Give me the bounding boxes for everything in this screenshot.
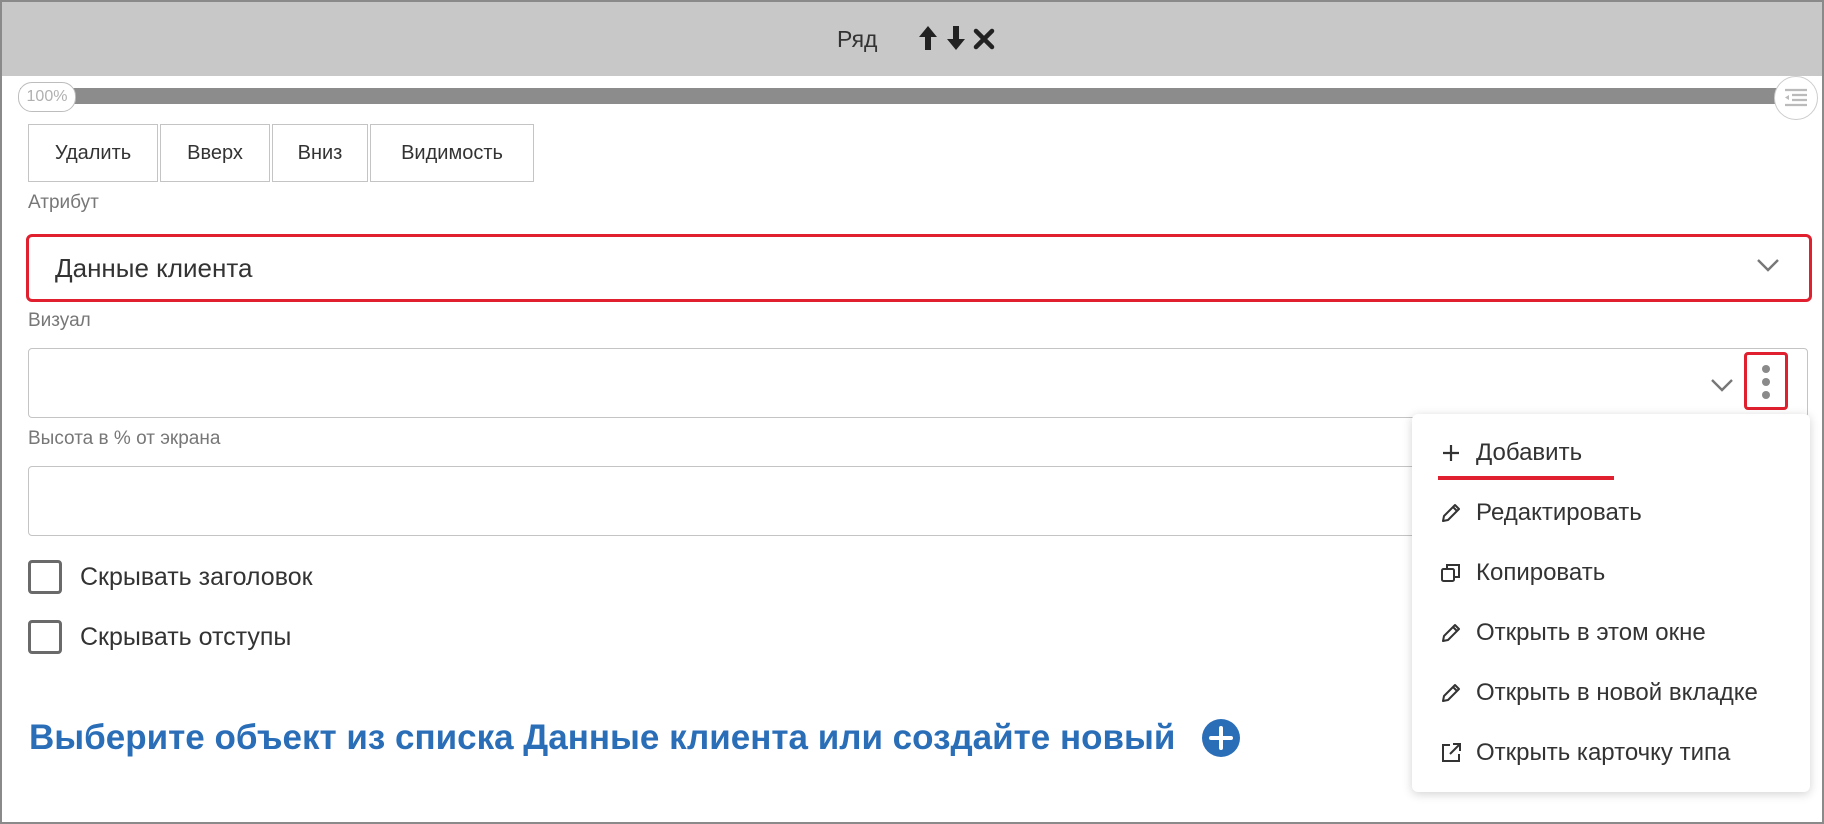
pencil-icon (1442, 504, 1460, 522)
attribute-label: Атрибут (28, 192, 99, 213)
hide-title-label: Скрывать заголовок (80, 562, 313, 591)
menu-item-label: Открыть в новой вкладке (1476, 679, 1758, 706)
panel-frame: Ряд 100% Удалить Вверх Вниз Видимость Ат… (0, 0, 1824, 824)
arrow-up-icon[interactable] (915, 22, 941, 54)
menu-item-add[interactable]: Добавить (1412, 424, 1810, 480)
copy-icon (1441, 564, 1460, 582)
arrow-down-icon[interactable] (943, 22, 969, 54)
hide-padding-checkbox-row[interactable]: Скрывать отступы (28, 620, 291, 654)
progress-bar (20, 88, 1806, 104)
visibility-button[interactable]: Видимость (370, 124, 534, 182)
menu-item-label: Открыть в этом окне (1476, 619, 1706, 646)
add-circle-icon[interactable] (1201, 718, 1241, 758)
header-title: Ряд (837, 26, 878, 52)
header-actions (915, 22, 997, 54)
menu-item-edit[interactable]: Редактировать (1412, 484, 1810, 540)
more-options-button[interactable] (1744, 352, 1788, 410)
move-up-button[interactable]: Вверх (160, 124, 270, 182)
hide-padding-label: Скрывать отступы (80, 622, 292, 651)
pencil-icon (1442, 624, 1460, 642)
external-link-icon (1442, 743, 1461, 762)
menu-item-label: Добавить (1476, 439, 1583, 466)
attribute-select[interactable]: Данные клиента (26, 234, 1812, 302)
empty-state-prompt: Выберите объект из списка Данные клиента… (29, 718, 1241, 758)
move-down-button[interactable]: Вниз (272, 124, 368, 182)
context-menu: Добавить Редактировать Копировать Открыт… (1412, 414, 1810, 792)
pencil-icon (1442, 684, 1460, 702)
visual-label: Визуал (28, 310, 91, 331)
highlight-underline (1438, 476, 1614, 480)
menu-item-label: Редактировать (1476, 499, 1642, 526)
collapse-icon[interactable] (1774, 76, 1818, 120)
empty-state-text: Выберите объект из списка Данные клиента… (29, 718, 1176, 757)
menu-item-label: Копировать (1476, 559, 1606, 586)
attribute-select-value: Данные клиента (55, 253, 253, 283)
close-icon[interactable] (971, 22, 997, 54)
progress-label: 100% (18, 82, 76, 112)
hide-title-checkbox-row[interactable]: Скрывать заголовок (28, 560, 313, 594)
delete-button[interactable]: Удалить (28, 124, 158, 182)
menu-item-open-here[interactable]: Открыть в этом окне (1412, 604, 1810, 660)
visual-select[interactable] (28, 348, 1808, 418)
plus-icon (1443, 445, 1459, 461)
header-bar: Ряд (2, 2, 1822, 76)
menu-item-open-type-card[interactable]: Открыть карточку типа (1412, 724, 1810, 780)
chevron-down-icon (1711, 379, 1733, 392)
menu-item-open-new-tab[interactable]: Открыть в новой вкладке (1412, 664, 1810, 720)
hide-padding-checkbox[interactable] (28, 620, 62, 654)
hide-title-checkbox[interactable] (28, 560, 62, 594)
height-label: Высота в % от экрана (28, 428, 221, 449)
chevron-down-icon (1757, 259, 1779, 272)
menu-item-label: Открыть карточку типа (1476, 739, 1731, 766)
row-toolbar: Удалить Вверх Вниз Видимость (28, 124, 534, 182)
menu-item-copy[interactable]: Копировать (1412, 544, 1810, 600)
